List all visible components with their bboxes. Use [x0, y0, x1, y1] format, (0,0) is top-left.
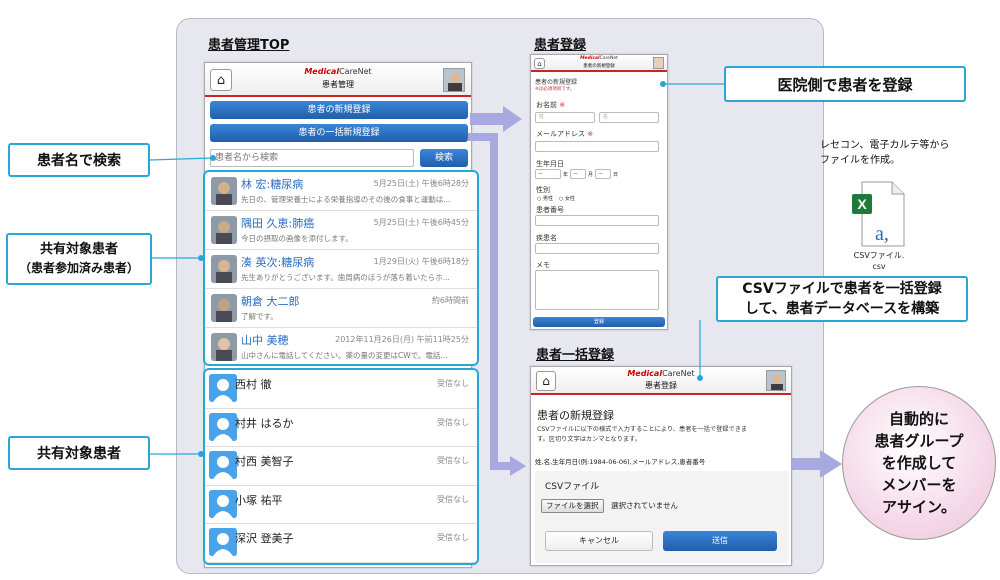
clinic-register-callout: 医院側で患者を登録	[724, 66, 966, 102]
csv-file-icon: X a,	[850, 180, 906, 250]
arrow-to-bulk-head	[510, 456, 526, 476]
search-callout: 患者名で検索	[8, 143, 150, 177]
svg-text:X: X	[857, 196, 867, 212]
connector-dot	[660, 81, 666, 87]
csv-file-label: CSVファイル. csv	[853, 251, 905, 271]
connector-dot	[210, 155, 216, 161]
arrow-to-bulk-line	[468, 133, 512, 470]
csv-callout: CSVファイルで患者を一括登録 して、患者データベースを構築	[716, 276, 968, 322]
auto-group-circle: 自動的に 患者グループ を作成して メンバーを アサイン。	[842, 386, 996, 540]
connector-dot	[198, 451, 204, 457]
connector-dot	[198, 255, 204, 261]
shared-callout-2: 共有対象患者	[8, 436, 150, 470]
connector-dot	[697, 375, 703, 381]
arrow-to-auto	[792, 450, 842, 478]
arrow-to-register	[470, 106, 522, 132]
svg-text:a,: a,	[875, 223, 889, 245]
recep-note: レセコン、電子カルテ等から ファイルを作成。	[820, 140, 950, 166]
shared-callout: 共有対象患者 （患者参加済み患者）	[6, 233, 152, 285]
